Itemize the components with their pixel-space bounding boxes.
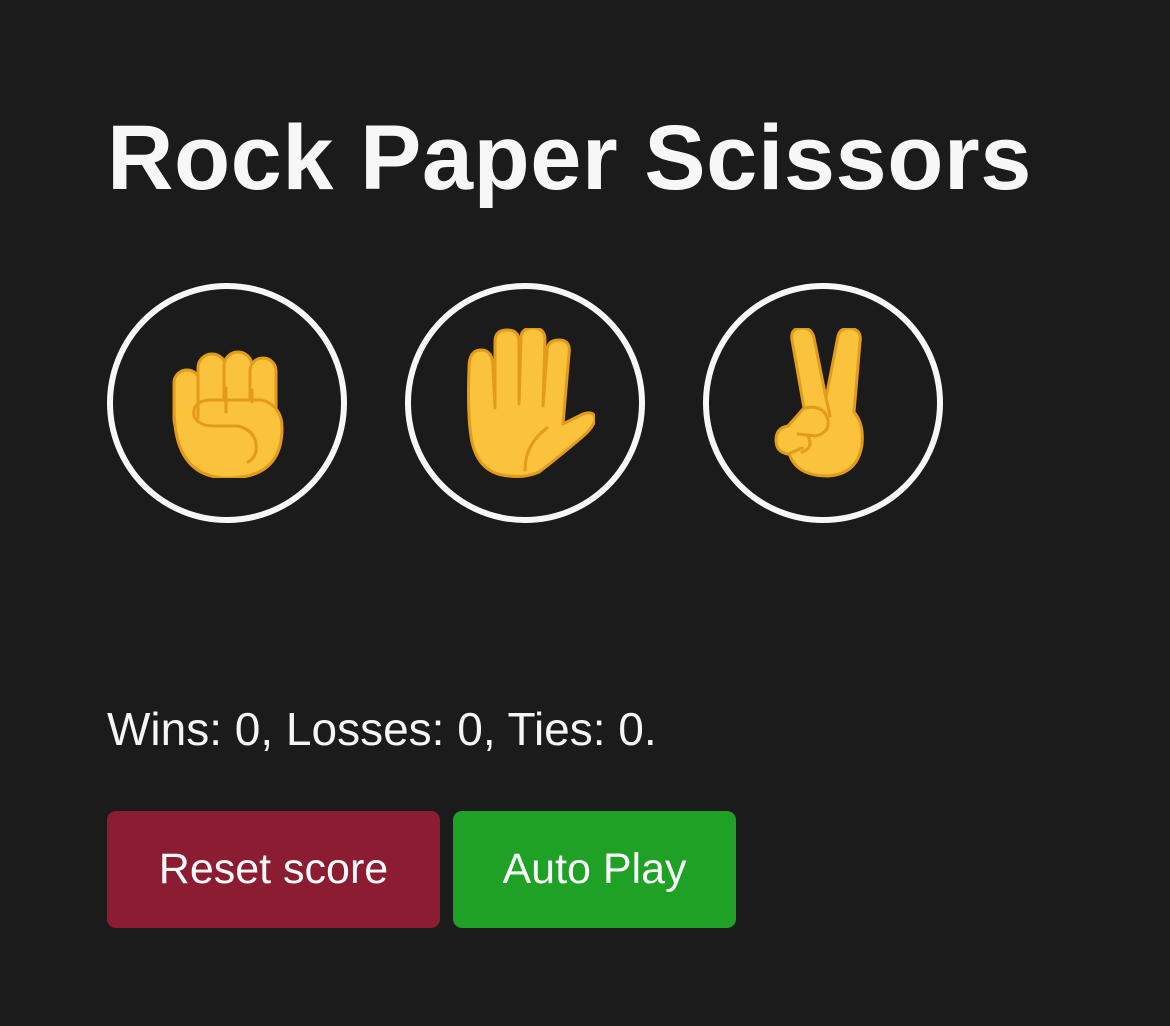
page-title: Rock Paper Scissors: [107, 107, 1032, 209]
paper-button[interactable]: [405, 283, 645, 523]
raised-fist-icon: [172, 350, 284, 478]
scissors-button[interactable]: [703, 283, 943, 523]
score-text: Wins: 0, Losses: 0, Ties: 0.: [107, 703, 657, 755]
reset-score-button[interactable]: Reset score: [107, 811, 440, 928]
choice-buttons: [107, 283, 943, 523]
control-buttons: Reset score Auto Play: [107, 811, 736, 928]
victory-hand-icon: [774, 328, 864, 478]
auto-play-button[interactable]: Auto Play: [453, 811, 736, 928]
rock-button[interactable]: [107, 283, 347, 523]
raised-hand-icon: [467, 328, 595, 478]
